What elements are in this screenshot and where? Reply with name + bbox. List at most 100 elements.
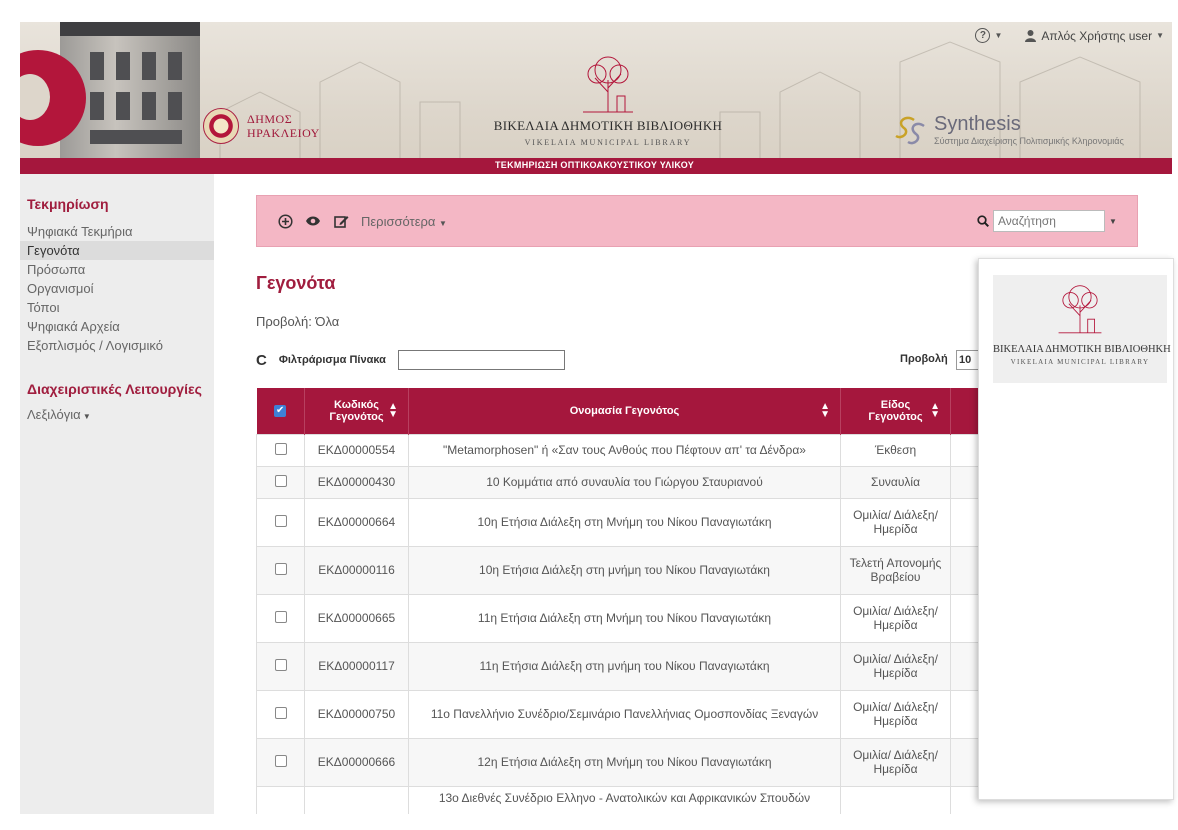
sidebar-item-digital-files[interactable]: Ψηφιακά Αρχεία	[20, 317, 214, 336]
cell-extra	[950, 465, 980, 499]
table-row[interactable]: ΕΚΔ00000116 10η Ετήσια Διάλεξη στη μνήμη…	[256, 545, 980, 595]
cell-extra	[950, 785, 980, 814]
events-table-container: ✔ Κωδικός Γεγονότος ▲ ▼ Ονομασία Γεγονότος…	[256, 388, 980, 814]
sidebar-item-organizations[interactable]: Οργανισμοί	[20, 279, 214, 298]
cell-code	[304, 785, 409, 814]
cell-code: ΕΚΔ00000116	[304, 545, 409, 595]
user-menu[interactable]: Απλός Χρήστης user ▼	[1024, 29, 1164, 43]
row-checkbox[interactable]	[274, 474, 287, 487]
row-checkbox[interactable]	[274, 562, 287, 575]
cell-name: "Metamorphosen" ή «Σαν τους Ανθούς που Π…	[408, 433, 841, 467]
cell-extra	[950, 737, 980, 787]
search-options-dropdown[interactable]: ▼	[1109, 217, 1119, 226]
sort-icon: ▲ ▼	[930, 400, 940, 420]
column-header-extra[interactable]	[950, 388, 980, 434]
table-row[interactable]: ΕΚΔ00000117 11η Ετήσια Διάλεξη στη μνήμη…	[256, 641, 980, 691]
row-checkbox[interactable]	[274, 706, 287, 719]
user-name: Απλός Χρήστης user	[1041, 28, 1153, 43]
checkbox-checked-icon[interactable]: ✔	[274, 405, 287, 418]
row-checkbox[interactable]	[274, 514, 287, 527]
more-menu-label: Περισσότερα	[361, 213, 436, 229]
cell-code: ΕΚΔ00000666	[304, 737, 409, 787]
edit-button[interactable]	[333, 213, 349, 229]
cell-type	[840, 785, 951, 814]
cell-type: Ομιλία/ Διάλεξη/ Ημερίδα	[840, 593, 951, 643]
row-checkbox[interactable]	[274, 658, 287, 671]
table-row[interactable]: ΕΚΔ00000666 12η Ετήσια Διάλεξη στη Μνήμη…	[256, 737, 980, 787]
cell-name: 12η Ετήσια Διάλεξη στη Μνήμη του Νίκου Π…	[408, 737, 841, 787]
library-logo: ΒΙΚΕΛΑΙΑ ΔΗΜΟΤΙΚΗ ΒΙΒΛΙΟΘΗΚΗ VIKELAIA MU…	[478, 52, 738, 147]
column-header-name[interactable]: Ονομασία Γεγονότος ▲ ▼	[408, 388, 841, 434]
eye-icon	[306, 216, 320, 226]
table-row[interactable]: ΕΚΔ00000665 11η Ετήσια Διάλεξη στη Μνήμη…	[256, 593, 980, 643]
popover-library-name: ΒΙΚΕΛΑΙΑ ΔΗΜΟΤΙΚΗ ΒΙΒΛΙΟΘΗΚΗ	[993, 344, 1171, 355]
table-row[interactable]: 13ο Διεθνές Συνέδριο Ελληνο - Ανατολικών…	[256, 785, 980, 814]
cell-type: Ομιλία/ Διάλεξη/ Ημερίδα	[840, 497, 951, 547]
synthesis-brand: Synthesis	[934, 113, 1021, 135]
sidebar-item-digital-items[interactable]: Ψηφιακά Τεκμήρια	[20, 222, 214, 241]
table-row[interactable]: ΕΚΔ00000664 10η Ετήσια Διάλεξη στη Μνήμη…	[256, 497, 980, 547]
municipality-line1: ΔΗΜΟΣ	[247, 112, 293, 126]
tree-icon	[1058, 285, 1102, 334]
row-checkbox[interactable]	[274, 442, 287, 455]
column-header-code[interactable]: Κωδικός Γεγονότος ▲ ▼	[304, 388, 409, 434]
popover-library-subtitle: VIKELAIA MUNICIPAL LIBRARY	[1010, 358, 1150, 366]
column-header-type[interactable]: Είδος Γεγονότος ▲ ▼	[840, 388, 951, 434]
cell-code: ΕΚΔ00000750	[304, 689, 409, 739]
view-button[interactable]	[305, 213, 321, 229]
cell-type: Συναυλία	[840, 465, 951, 499]
user-menu-bar: ? ▼ Απλός Χρήστης user ▼	[975, 28, 1164, 43]
chevron-down-icon: ▼	[439, 218, 447, 228]
municipality-logo: ΔΗΜΟΣ ΗΡΑΚΛΕΙΟΥ	[203, 108, 320, 144]
cell-type: Ομιλία/ Διάλεξη/ Ημερίδα	[840, 641, 951, 691]
sidebar-item-persons[interactable]: Πρόσωπα	[20, 260, 214, 279]
sidebar-item-places[interactable]: Τόποι	[20, 298, 214, 317]
search-input[interactable]	[993, 210, 1105, 232]
sidebar: Τεκμηρίωση Ψηφιακά Τεκμήρια Γεγονότα Πρό…	[20, 174, 214, 814]
cell-name: 13ο Διεθνές Συνέδριο Ελληνο - Ανατολικών…	[408, 785, 841, 814]
column-header-code-label: Κωδικός Γεγονότος	[329, 398, 384, 423]
popover-library-logo: ΒΙΚΕΛΑΙΑ ΔΗΜΟΤΙΚΗ ΒΙΒΛΙΟΘΗΚΗ VIKELAIA MU…	[993, 275, 1171, 383]
table-row[interactable]: ΕΚΔ00000430 10 Κομμάτια από συναυλία του…	[256, 465, 980, 499]
help-icon: ?	[975, 28, 991, 43]
page-title: Γεγονότα	[256, 273, 336, 293]
help-menu[interactable]: ? ▼	[975, 28, 1002, 43]
cell-name: 10η Ετήσια Διάλεξη στη Μνήμη του Νίκου Π…	[408, 497, 841, 547]
cell-code: ΕΚΔ00000430	[304, 465, 409, 499]
chevron-down-icon: ▼	[1156, 31, 1164, 40]
cell-type: Έκθεση	[840, 433, 951, 467]
refresh-icon[interactable]: C	[256, 352, 267, 369]
filter-label: Φιλτράρισμα Πίνακα	[278, 354, 386, 366]
module-banner: ΤΕΚΜΗΡΙΩΣΗ ΟΠΤΙΚΟΑΚΟΥΣΤΙΚΟΥ ΥΛΙΚΟΥ	[20, 158, 1172, 174]
cell-code: ΕΚΔ00000665	[304, 593, 409, 643]
cell-name: 11η Ετήσια Διάλεξη στη Μνήμη του Νίκου Π…	[408, 593, 841, 643]
library-info-popover: ΒΙΚΕΛΑΙΑ ΔΗΜΟΤΙΚΗ ΒΙΒΛΙΟΘΗΚΗ VIKELAIA MU…	[978, 258, 1174, 800]
add-button[interactable]	[277, 213, 293, 229]
plus-circle-icon	[277, 213, 293, 229]
filter-input[interactable]	[397, 350, 565, 370]
cell-name: 11ο Πανελλήνιο Συνέδριο/Σεμινάριο Πανελλ…	[408, 689, 841, 739]
synthesis-mark-icon	[895, 116, 925, 145]
cell-extra	[950, 433, 980, 467]
sidebar-item-equipment[interactable]: Εξοπλισμός / Λογισμικό	[20, 336, 214, 355]
view-filter-label: Προβολή: Όλα	[256, 314, 340, 329]
row-checkbox[interactable]	[274, 610, 287, 623]
row-checkbox[interactable]	[274, 754, 287, 767]
sidebar-section-documentation: Τεκμηρίωση	[27, 196, 109, 212]
sidebar-item-events[interactable]: Γεγονότα	[20, 241, 214, 260]
search-box: ▼	[977, 210, 1119, 232]
cell-name: 10η Ετήσια Διάλεξη στη μνήμη του Νίκου Π…	[408, 545, 841, 595]
table-row[interactable]: ΕΚΔ00000554 "Metamorphosen" ή «Σαν τους …	[256, 433, 980, 467]
sidebar-item-vocabularies[interactable]: Λεξιλόγια ▼	[20, 397, 214, 432]
sort-icon: ▲ ▼	[820, 400, 830, 420]
table-row[interactable]: ΕΚΔ00000750 11ο Πανελλήνιο Συνέδριο/Σεμι…	[256, 689, 980, 739]
synthesis-logo: Synthesis Σύστημα Διαχείρισης Πολιτισμικ…	[890, 110, 1124, 150]
more-menu-button[interactable]: Περισσότερα ▼	[361, 214, 447, 229]
cell-extra	[950, 593, 980, 643]
sidebar-nav: Ψηφιακά Τεκμήρια Γεγονότα Πρόσωπα Οργανι…	[20, 222, 214, 355]
header-banner: ΔΗΜΟΣ ΗΡΑΚΛΕΙΟΥ ΒΙΚΕΛΑΙΑ ΔΗΜΟΤΙΚΗ ΒΙΒΛΙΟ…	[20, 22, 1172, 174]
municipality-line2: ΗΡΑΚΛΕΙΟΥ	[247, 126, 320, 140]
app-frame: ΔΗΜΟΣ ΗΡΑΚΛΕΙΟΥ ΒΙΚΕΛΑΙΑ ΔΗΜΟΤΙΚΗ ΒΙΒΛΙΟ…	[0, 0, 1178, 830]
select-all-header[interactable]: ✔	[256, 388, 305, 434]
library-subtitle: VIKELAIA MUNICIPAL LIBRARY	[524, 138, 692, 147]
